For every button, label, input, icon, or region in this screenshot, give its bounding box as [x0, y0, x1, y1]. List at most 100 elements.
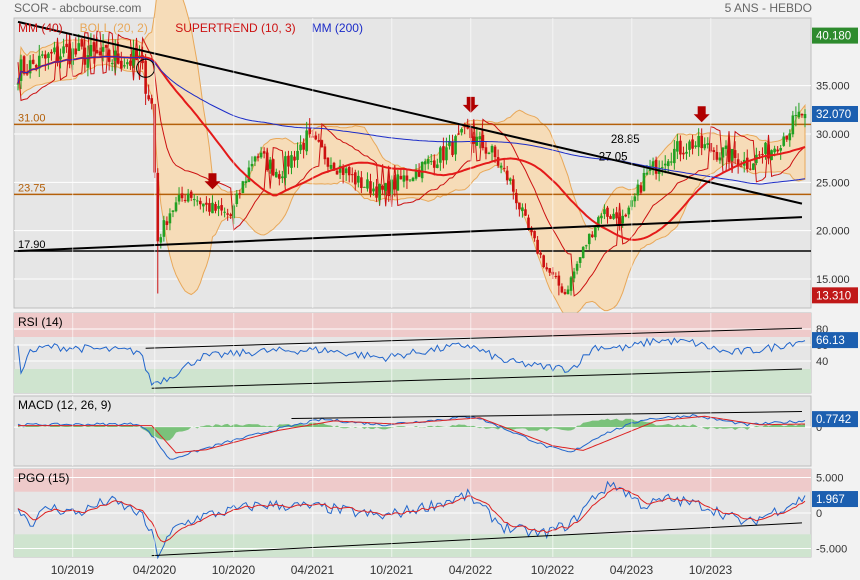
- candle-body: [548, 268, 552, 273]
- candle-body: [624, 214, 628, 217]
- candle-body: [682, 152, 685, 155]
- x-tick-label: 04/2023: [610, 563, 654, 577]
- candle-body: [545, 267, 549, 270]
- candle-body: [676, 141, 679, 152]
- candle-body: [758, 154, 761, 156]
- candle-body: [80, 39, 84, 47]
- candle-body: [752, 163, 755, 170]
- chart-svg: 35.000 30.000 25.000 20.000 15.000 31.00 23.75…: [13, 0, 858, 577]
- candle-body: [384, 183, 387, 191]
- candle-body: [369, 181, 372, 194]
- candle-body: [317, 139, 321, 142]
- candle-body: [776, 149, 779, 152]
- candle-body: [411, 177, 415, 182]
- candle-body: [296, 150, 299, 160]
- candle-body: [129, 60, 132, 66]
- candle-body: [241, 181, 245, 194]
- candle-body: [278, 174, 281, 179]
- candle-body: [335, 170, 339, 175]
- candle-body: [265, 152, 269, 171]
- candle-body: [633, 196, 637, 202]
- candle-body: [572, 271, 576, 279]
- candle-body: [238, 193, 242, 195]
- candle-body: [685, 151, 688, 154]
- candle-body: [120, 60, 123, 69]
- candle-body: [83, 47, 87, 65]
- candle-body: [244, 181, 248, 184]
- price-legend-item: MM (200): [312, 21, 363, 35]
- candle-body: [584, 245, 588, 247]
- horizontal-level-label: 31.00: [18, 112, 46, 124]
- candle-body: [253, 156, 257, 162]
- candle-body: [53, 47, 56, 53]
- candle-body: [575, 263, 579, 271]
- pgo-legend: PGO (15): [18, 471, 69, 485]
- candle-body: [326, 157, 330, 167]
- candle-body: [745, 157, 749, 170]
- pgo-low-zone: [14, 534, 811, 557]
- candle-body: [663, 163, 667, 166]
- rsi-legend: RSI (14): [18, 315, 63, 329]
- candle-body: [779, 148, 782, 151]
- candle-body: [785, 135, 789, 140]
- candle-body: [666, 161, 670, 167]
- candle-body: [262, 151, 266, 154]
- candle-body: [393, 177, 397, 190]
- candle-body: [454, 136, 457, 155]
- candle-body: [168, 213, 172, 224]
- candle-body: [205, 202, 208, 205]
- candle-body: [353, 172, 357, 185]
- candle-body: [320, 140, 324, 148]
- candle-body: [123, 65, 126, 67]
- candle-body: [92, 42, 96, 52]
- price-legend-item: SUPERTREND (10, 3): [175, 21, 295, 35]
- candle-body: [344, 168, 348, 174]
- price-y-tick: 20.000: [816, 226, 850, 238]
- candle-body: [363, 186, 366, 188]
- candle-body: [74, 48, 78, 55]
- candle-body: [98, 51, 102, 56]
- candle-body: [727, 144, 731, 163]
- x-tick-label: 04/2021: [291, 563, 335, 577]
- candle-body: [691, 139, 694, 149]
- candle-body: [636, 184, 640, 196]
- candle-body: [773, 148, 776, 153]
- candle-body: [527, 217, 530, 229]
- candle-body: [199, 200, 202, 205]
- candle-body: [536, 239, 539, 254]
- candle-body: [670, 161, 673, 163]
- candle-body: [764, 142, 767, 154]
- pgo-y-tick: -5.000: [816, 543, 847, 555]
- price-annotation: 27.05: [599, 152, 628, 164]
- candle-body: [360, 177, 363, 188]
- candle-body: [499, 165, 503, 168]
- candle-body: [250, 163, 254, 167]
- candle-body: [165, 221, 169, 225]
- macd-value-tag: 0.7742: [816, 414, 851, 426]
- candle-body: [192, 198, 196, 201]
- candle-body: [615, 212, 618, 219]
- candle-body: [378, 184, 381, 200]
- rsi-overbought-zone: [14, 313, 811, 337]
- candle-body: [202, 203, 205, 207]
- candle-body: [226, 213, 229, 215]
- pgo-panel: 5.000 0 -5.000 PGO (15) 1.967: [13, 468, 858, 560]
- candle-body: [502, 167, 506, 169]
- price-y-tick: 35.000: [816, 81, 850, 93]
- candle-body: [183, 199, 187, 201]
- candle-body: [733, 150, 737, 159]
- candle-body: [65, 43, 68, 48]
- candle-body: [31, 59, 35, 64]
- candle-body: [721, 147, 725, 158]
- macd-legend: MACD (12, 26, 9): [18, 398, 111, 412]
- candle-body: [697, 135, 700, 148]
- candle-body: [347, 166, 351, 176]
- candle-body: [162, 220, 166, 237]
- candle-body: [621, 215, 624, 224]
- x-tick-label: 10/2020: [212, 563, 256, 577]
- candle-body: [508, 178, 512, 182]
- rsi-panel: 806040RSI (14)66.13: [13, 312, 858, 394]
- price-value-tag: 32.070: [816, 109, 851, 121]
- candle-body: [302, 142, 305, 150]
- rsi-value-tag: 66.13: [816, 335, 845, 347]
